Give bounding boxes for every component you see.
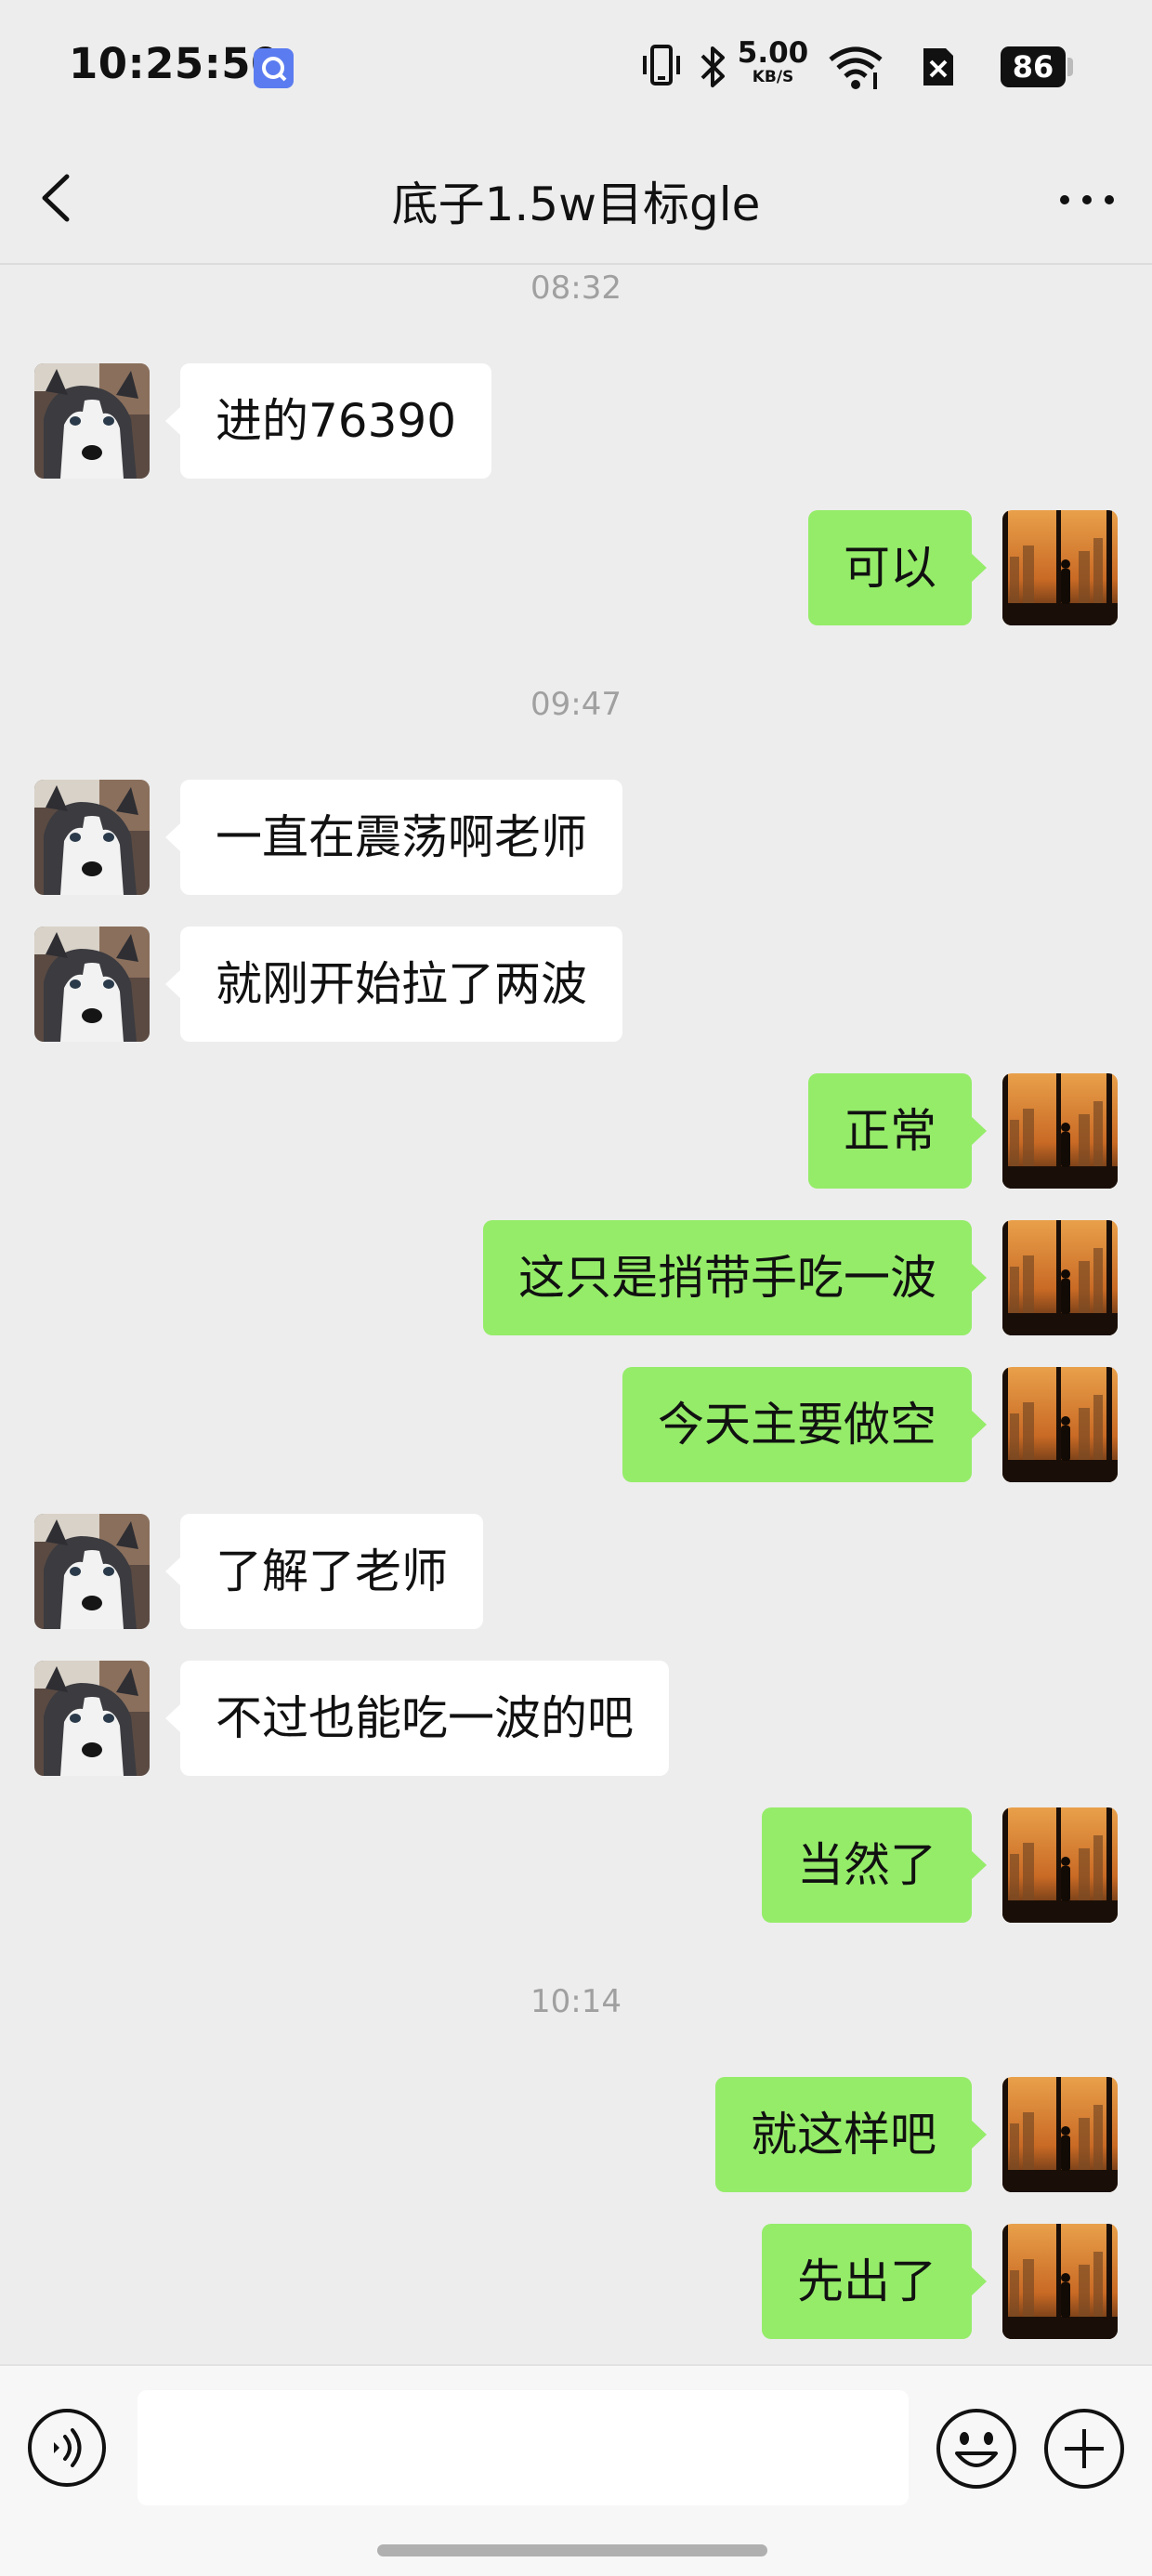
network-speed-unit: KB/S [752, 68, 794, 86]
avatar-city[interactable] [1002, 2077, 1118, 2192]
message-sent: 这只是捎带手吃一波 [0, 1220, 1152, 1335]
voice-button[interactable] [26, 2407, 108, 2489]
message-bubble[interactable]: 就刚开始拉了两波 [165, 927, 622, 1042]
emoji-icon [936, 2409, 1016, 2489]
message-bubble[interactable]: 就这样吧 [715, 2077, 987, 2192]
chat-timestamp: 09:47 [530, 686, 622, 723]
more-button[interactable] [1050, 167, 1124, 232]
avatar-husky[interactable] [34, 363, 150, 479]
chat-timestamp: 08:32 [530, 269, 622, 307]
message-received: 进的76390 [0, 363, 1152, 479]
avatar-city[interactable] [1002, 1367, 1118, 1482]
bluetooth-icon [700, 46, 725, 87]
voice-icon [28, 2409, 106, 2487]
wifi-icon [829, 46, 883, 89]
message-sent: 当然了 [0, 1807, 1152, 1923]
chat-title: 底子1.5w目标gle [391, 177, 761, 231]
chat-timestamp: 10:14 [530, 1983, 622, 2020]
message-bubble[interactable]: 了解了老师 [165, 1514, 483, 1629]
status-bar: 10:25:50 5.00 KB/S 86 [0, 0, 1152, 130]
no-sim-icon [923, 48, 953, 85]
message-bubble[interactable]: 不过也能吃一波的吧 [165, 1661, 669, 1776]
network-speed-value: 5.00 [737, 36, 809, 70]
message-received: 就刚开始拉了两波 [0, 927, 1152, 1042]
home-indicator[interactable] [377, 2544, 767, 2556]
status-indicators: 5.00 KB/S 86 [641, 37, 1078, 102]
message-received: 一直在震荡啊老师 [0, 780, 1152, 895]
vibrate-icon [643, 45, 680, 85]
message-bubble[interactable]: 进的76390 [164, 363, 492, 479]
message-bubble[interactable]: 可以 [808, 510, 987, 625]
message-sent: 就这样吧 [0, 2077, 1152, 2192]
avatar-city[interactable] [1002, 1807, 1118, 1923]
notification-app-icon [254, 48, 294, 88]
message-bubble[interactable]: 正常 [808, 1073, 987, 1189]
avatar-city[interactable] [1002, 510, 1118, 625]
avatar-city[interactable] [1002, 1220, 1118, 1335]
message-bubble[interactable]: 当然了 [762, 1807, 987, 1923]
message-bubble[interactable]: 今天主要做空 [622, 1367, 987, 1482]
message-received: 了解了老师 [0, 1514, 1152, 1629]
battery-level: 86 [1001, 46, 1066, 87]
network-speed: 5.00 KB/S [736, 39, 810, 85]
message-bubble[interactable]: 先出了 [762, 2224, 987, 2339]
message-bubble[interactable]: 一直在震荡啊老师 [165, 780, 622, 895]
chat-header: 底子1.5w目标gle [0, 130, 1152, 265]
status-time: 10:25:50 [69, 39, 281, 88]
avatar-husky[interactable] [34, 1661, 150, 1776]
avatar-city[interactable] [1002, 1073, 1118, 1189]
message-sent: 正常 [0, 1073, 1152, 1189]
message-received: 不过也能吃一波的吧 [0, 1661, 1152, 1776]
avatar-husky[interactable] [34, 927, 150, 1042]
avatar-husky[interactable] [34, 1514, 150, 1629]
message-sent: 可以 [0, 510, 1152, 625]
emoji-button[interactable] [935, 2407, 1018, 2491]
plus-icon [1044, 2409, 1124, 2489]
message-bubble[interactable]: 这只是捎带手吃一波 [483, 1220, 987, 1335]
message-input[interactable] [137, 2390, 909, 2505]
avatar-city[interactable] [1002, 2224, 1118, 2339]
more-icon [1060, 195, 1114, 204]
input-bar [0, 2364, 1152, 2576]
plus-button[interactable] [1042, 2407, 1126, 2491]
avatar-husky[interactable] [34, 780, 150, 895]
battery-tip [1067, 58, 1073, 76]
message-sent: 今天主要做空 [0, 1367, 1152, 1482]
message-sent: 先出了 [0, 2224, 1152, 2339]
